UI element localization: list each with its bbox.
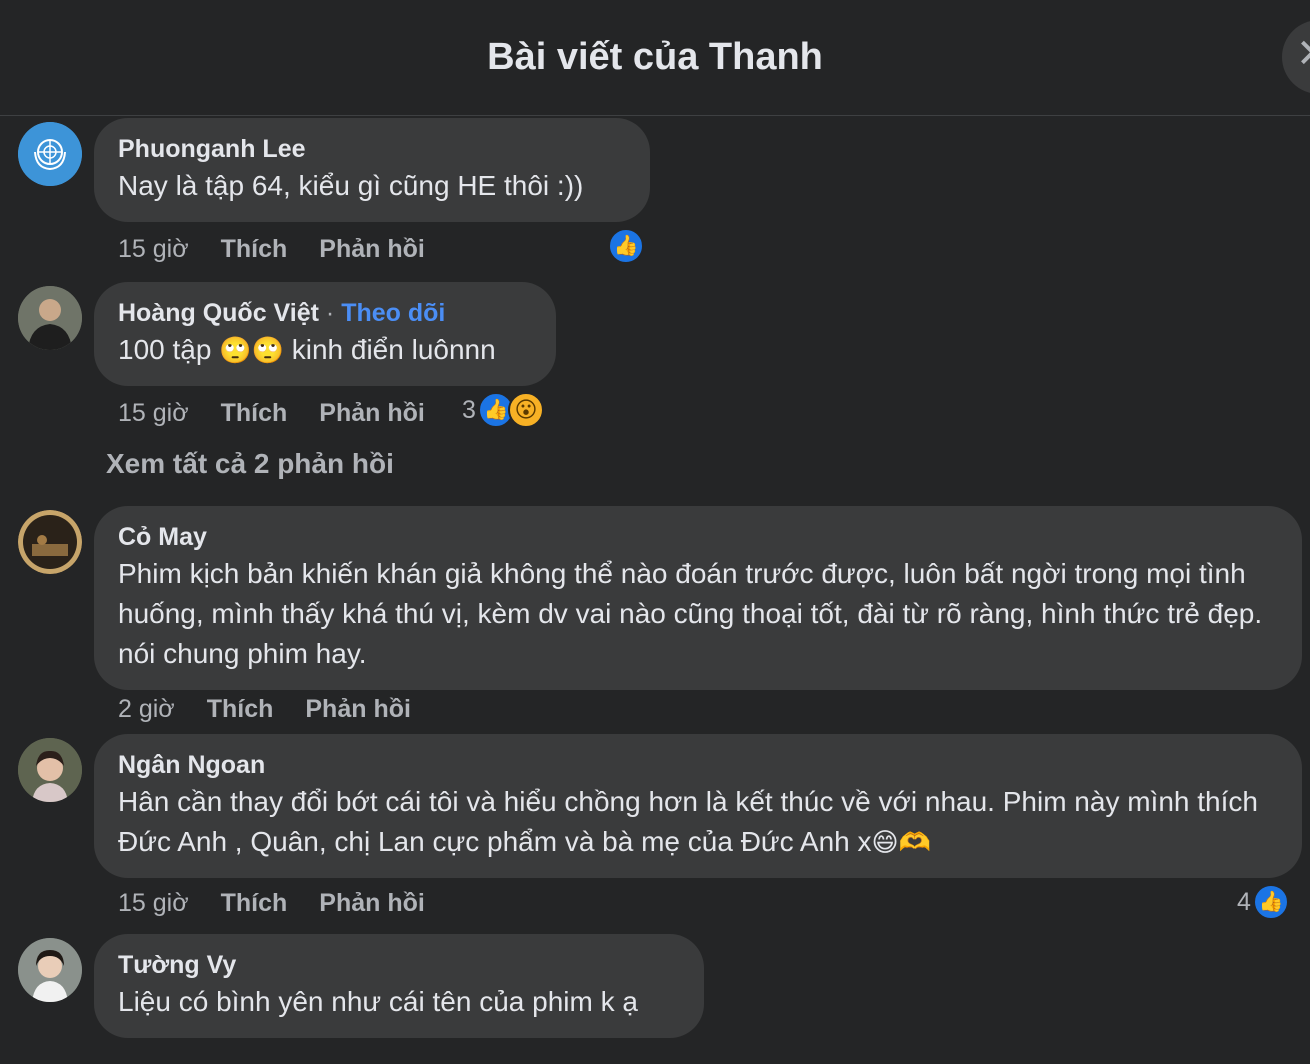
comment-bubble: Phuonganh Lee Nay là tập 64, kiểu gì cũn… <box>94 118 650 222</box>
comment-author[interactable]: Hoàng Quốc Việt <box>118 299 319 327</box>
avatar[interactable] <box>18 286 82 350</box>
reply-button[interactable]: Phản hồi <box>305 695 411 724</box>
avatar-photo-icon <box>18 286 82 350</box>
like-reaction-icon: 👍 <box>608 228 644 264</box>
comment-text: Liệu có bình yên như cái tên của phim k … <box>118 986 638 1017</box>
comment-author[interactable]: Ngân Ngoan <box>118 750 1278 780</box>
smile-heart-hands-emoji-icon: 😄🫶 <box>871 827 931 857</box>
comment-text-start: 100 tập <box>118 334 212 365</box>
avatar-photo-icon <box>18 510 82 574</box>
close-icon: ✕ <box>1296 34 1310 74</box>
comment-bubble: Tường Vy Liệu có bình yên như cái tên củ… <box>94 934 704 1038</box>
comment-author[interactable]: Cỏ May <box>118 522 1278 552</box>
comment-actions: 15 giờ Thích Phản hồi <box>118 889 457 918</box>
comment-time[interactable]: 15 giờ <box>118 399 189 428</box>
un-logo-icon <box>18 122 82 186</box>
reaction-count: 3 <box>462 395 476 424</box>
avatar-photo-icon <box>18 738 82 802</box>
like-button[interactable]: Thích <box>207 695 274 724</box>
comment-bubble: Cỏ May Phim kịch bản khiến khán giả khôn… <box>94 506 1302 690</box>
reaction-summary[interactable]: 4 👍 <box>1237 884 1289 920</box>
comment-author[interactable]: Tường Vy <box>118 950 680 980</box>
wow-reaction-icon: 😮 <box>507 392 544 428</box>
avatar[interactable] <box>18 122 82 186</box>
reaction-count: 4 <box>1237 887 1251 916</box>
avatar[interactable] <box>18 510 82 574</box>
follow-button[interactable]: Theo dõi <box>341 299 445 327</box>
like-button[interactable]: Thích <box>221 889 288 918</box>
comment-text: 100 tập 🙄🙄 kinh điển luônnn <box>118 330 532 370</box>
comment-text: Hân cần thay đổi bớt cái tôi và hiểu chồ… <box>118 782 1278 862</box>
view-replies-link[interactable]: Xem tất cả 2 phản hồi <box>106 448 394 480</box>
page-title: Bài viết của Thanh <box>487 36 823 78</box>
reply-button[interactable]: Phản hồi <box>319 889 425 918</box>
comment-time[interactable]: 2 giờ <box>118 695 175 724</box>
comment-text: Phim kịch bản khiến khán giả không thể n… <box>118 558 1263 669</box>
comment-time[interactable]: 15 giờ <box>118 235 189 264</box>
eye-roll-emoji-icon: 🙄🙄 <box>219 335 284 365</box>
like-reaction-icon: 👍 <box>1252 884 1289 920</box>
avatar-photo-icon <box>18 938 82 1002</box>
reaction-summary[interactable]: 👍 <box>608 228 644 264</box>
like-button[interactable]: Thích <box>221 399 288 428</box>
comment-text-body: Hân cần thay đổi bớt cái tôi và hiểu chồ… <box>118 786 1258 857</box>
comment-author[interactable]: Phuonganh Lee <box>118 134 626 164</box>
comment-actions: 15 giờ Thích Phản hồi <box>118 235 457 264</box>
comment-actions: 15 giờ Thích Phản hồi <box>118 399 457 428</box>
comment-actions: 2 giờ Thích Phản hồi <box>118 695 443 724</box>
comment-time[interactable]: 15 giờ <box>118 889 189 918</box>
reply-button[interactable]: Phản hồi <box>319 235 425 264</box>
comment-bubble: Ngân Ngoan Hân cần thay đổi bớt cái tôi … <box>94 734 1302 878</box>
comment-author-line: Hoàng Quốc Việt · Theo dõi <box>118 298 532 328</box>
avatar[interactable] <box>18 738 82 802</box>
comment-text: Nay là tập 64, kiểu gì cũng HE thôi :)) <box>118 170 584 201</box>
reaction-summary[interactable]: 3 👍 😮 <box>462 392 544 428</box>
like-button[interactable]: Thích <box>221 235 288 264</box>
separator-dot: · <box>325 299 335 327</box>
comment-bubble: Hoàng Quốc Việt · Theo dõi 100 tập 🙄🙄 ki… <box>94 282 556 386</box>
comment-text-end: kinh điển luônnn <box>291 334 496 365</box>
reply-button[interactable]: Phản hồi <box>319 399 425 428</box>
close-button[interactable]: ✕ <box>1282 20 1310 94</box>
dialog-header: Bài viết của Thanh ✕ <box>0 0 1310 116</box>
avatar[interactable] <box>18 938 82 1002</box>
